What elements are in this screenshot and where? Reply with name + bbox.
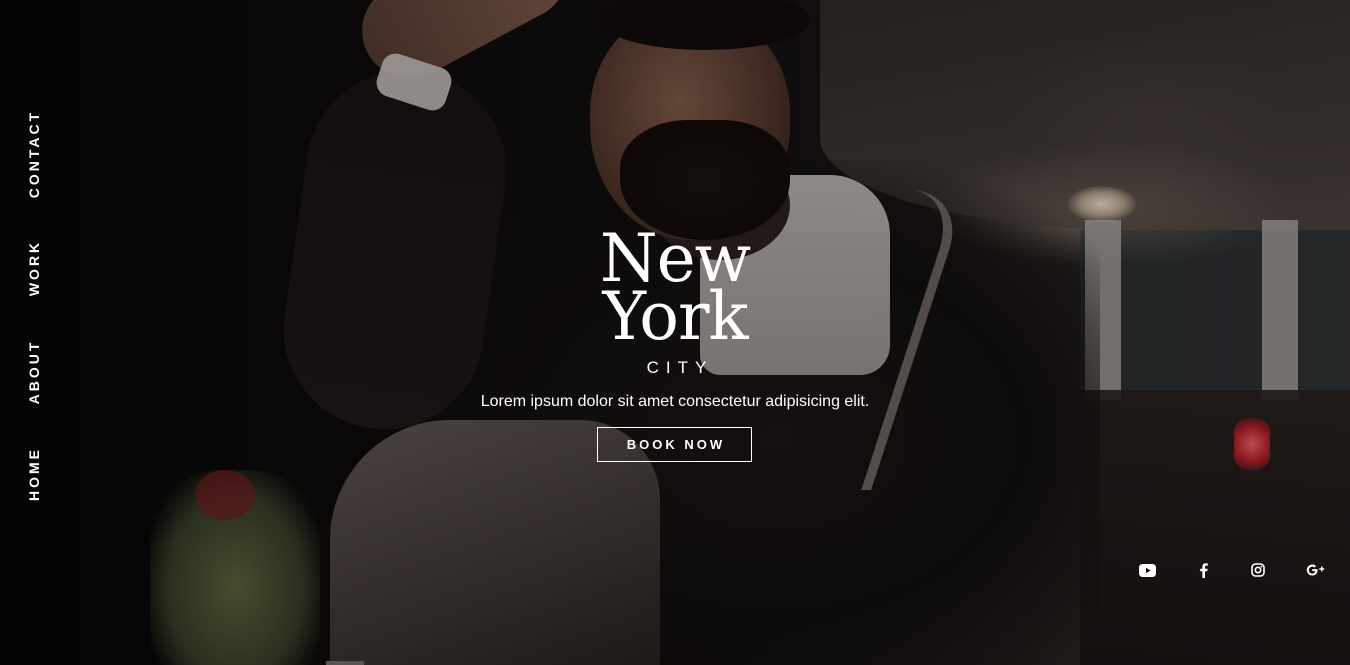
hero-tagline: Lorem ipsum dolor sit amet consectetur a… [480,393,870,410]
hero-section: CONTACT WORK ABOUT HOME New York CITY Lo… [0,0,1350,665]
nav-home-label: HOME [26,447,42,501]
nav-contact-label: CONTACT [26,109,42,199]
hero-title-line1: New [599,220,751,297]
instagram-icon[interactable] [1246,558,1270,582]
facebook-icon[interactable] [1191,558,1215,582]
scroll-indicator [326,661,364,665]
hero-title-block: New York CITY [0,220,1350,378]
hero-subtitle: CITY [646,358,714,377]
google-plus-icon[interactable] [1304,558,1328,582]
youtube-icon[interactable] [1135,558,1159,582]
book-now-button[interactable]: BOOK NOW [597,427,752,462]
social-links [1130,558,1340,582]
